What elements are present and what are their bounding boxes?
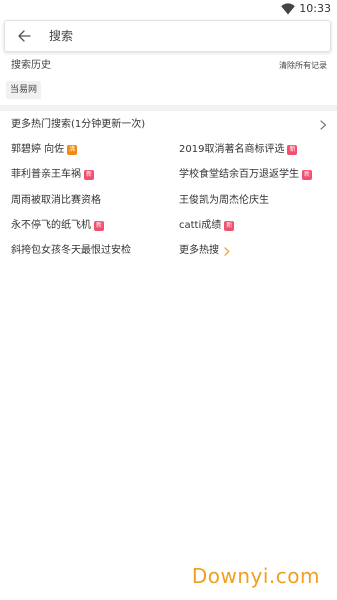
hot-search-header-label: 更多热门搜索(1分钟更新一次) — [11, 119, 146, 130]
new-badge: 新 — [302, 170, 312, 180]
hot-search-item[interactable]: 周雨被取消比赛资格 — [11, 194, 101, 208]
history-tag[interactable]: 当易网 — [6, 81, 42, 99]
hot-search-item[interactable]: 学校食堂结余百万退返学生 新 — [179, 168, 312, 182]
hot-search-text: 学校食堂结余百万退返学生 — [179, 169, 299, 180]
hot-search-item[interactable]: 王俊凯为周杰伦庆生 — [179, 194, 269, 208]
watermark: Downyi.com — [191, 564, 320, 588]
search-history-title: 搜索历史 — [11, 60, 51, 71]
hot-search-header[interactable]: 更多热门搜索(1分钟更新一次) — [11, 117, 327, 133]
hot-search-text: 郭碧婷 向佐 — [11, 144, 65, 155]
hot-search-item[interactable]: 菲利普亲王车祸 新 — [11, 168, 94, 182]
hot-search-text: 周雨被取消比赛资格 — [11, 195, 101, 206]
hot-badge: 沸 — [67, 145, 78, 155]
hot-search-item[interactable]: catti成绩 新 — [179, 219, 235, 233]
new-badge: 新 — [287, 145, 298, 155]
status-icons: 10:33 — [281, 2, 331, 16]
chevron-right-icon — [224, 246, 230, 256]
status-time: 10:33 — [299, 2, 331, 15]
wifi-icon — [281, 3, 296, 15]
hot-search-text: 2019取消著名商标评选 — [179, 144, 285, 155]
history-tag-list: 当易网 — [6, 81, 42, 99]
hot-search-item[interactable]: 郭碧婷 向佐 沸 — [11, 143, 78, 157]
hot-search-text: 菲利普亲王车祸 — [11, 169, 81, 180]
hot-search-text: 王俊凯为周杰伦庆生 — [179, 195, 269, 206]
screen: 10:33 搜索历史 清除所有记录 当易网 更多热门搜索(1分钟更新一次) 郭碧… — [0, 0, 337, 600]
search-input[interactable] — [49, 29, 289, 43]
new-badge: 新 — [84, 170, 94, 180]
hot-search-text: catti成绩 — [179, 220, 222, 231]
hot-search-item[interactable]: 斜挎包女孩冬天最恨过安检 — [11, 244, 131, 258]
more-hot-search-label: 更多热搜 — [179, 245, 219, 256]
new-badge: 新 — [224, 221, 235, 231]
hot-search-text: 永不停飞的纸飞机 — [11, 220, 91, 231]
chevron-right-icon — [320, 120, 327, 130]
status-bar: 10:33 — [0, 0, 337, 18]
more-hot-search-link[interactable]: 更多热搜 — [179, 244, 230, 258]
new-badge: 新 — [94, 221, 104, 231]
hot-search-item[interactable]: 2019取消著名商标评选 新 — [179, 143, 298, 157]
hot-search-text: 斜挎包女孩冬天最恨过安检 — [11, 245, 131, 256]
clear-history-button[interactable]: 清除所有记录 — [279, 60, 327, 72]
arrow-left-icon[interactable] — [17, 29, 31, 43]
hot-search-item[interactable]: 永不停飞的纸飞机 新 — [11, 219, 104, 233]
search-bar — [4, 20, 331, 52]
section-divider — [0, 105, 337, 111]
